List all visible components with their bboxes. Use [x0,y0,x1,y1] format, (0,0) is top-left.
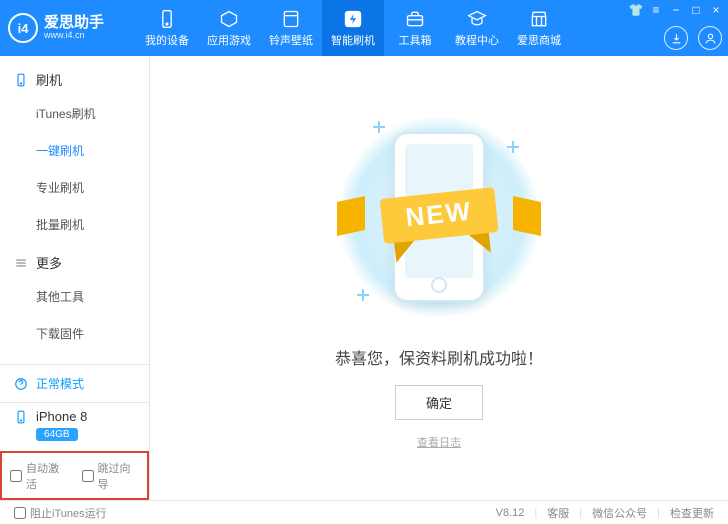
wardrobe-icon[interactable]: 👕 [628,2,644,18]
block-itunes-checkbox[interactable]: 阻止iTunes运行 [14,505,107,521]
success-illustration: NEW [329,107,549,327]
logo-icon: i4 [8,13,38,43]
top-nav: 我的设备 应用游戏 铃声壁纸 智能刷机 工具箱 教程中心 爱思商城 [136,0,570,56]
flash-options: 自动激活 跳过向导 [0,451,149,500]
sidebar-group-label: 刷机 [36,70,62,89]
toolbox-icon [405,9,425,29]
status-label: 正常模式 [36,375,84,392]
sparkle-icon [373,121,385,133]
nav-label: 应用游戏 [207,32,251,48]
auto-activate-checkbox[interactable]: 自动激活 [10,460,68,492]
wechat-link[interactable]: 微信公众号 [592,505,647,521]
main-content: NEW 恭喜您，保资料刷机成功啦！ 确定 查看日志 [150,56,728,500]
sidebar-group-label: 更多 [36,253,62,272]
nav-tutorial[interactable]: 教程中心 [446,0,508,56]
brand-url: www.i4.cn [44,31,104,41]
sidebar-item[interactable]: 一键刷机 [0,132,149,169]
nav-wallpaper[interactable]: 铃声壁纸 [260,0,322,56]
view-log-link[interactable]: 查看日志 [417,434,461,450]
skip-guide-checkbox[interactable]: 跳过向导 [82,460,140,492]
menu-icon[interactable]: ≡ [648,2,664,18]
version-label: V8.12 [496,507,525,519]
sidebar-item[interactable]: iTunes刷机 [0,95,149,132]
device-name: iPhone 8 [36,409,87,424]
nav-store[interactable]: 爱思商城 [508,0,570,56]
tutorial-icon [467,9,487,29]
phone-icon [14,73,28,87]
wallpaper-icon [281,9,301,29]
sidebar-item[interactable]: 其他工具 [0,278,149,315]
sidebar-group-flash[interactable]: 刷机 [0,60,149,95]
sidebar: 刷机 iTunes刷机一键刷机专业刷机批量刷机 更多 其他工具下载固件高级功能 … [0,56,150,500]
apps-icon [219,9,239,29]
flash-icon [343,9,363,29]
device-icon [157,9,177,29]
download-icon[interactable] [664,26,688,50]
sidebar-item[interactable]: 专业刷机 [0,169,149,206]
update-link[interactable]: 检查更新 [670,505,714,521]
sidebar-item[interactable]: 批量刷机 [0,206,149,243]
nav-label: 教程中心 [455,32,499,48]
nav-apps[interactable]: 应用游戏 [198,0,260,56]
more-icon [14,256,28,270]
status-icon [14,377,28,391]
sidebar-item[interactable]: 高级功能 [0,352,149,364]
sidebar-group-more[interactable]: 更多 [0,243,149,278]
flash-mode-status[interactable]: 正常模式 [0,365,149,402]
window-controls: 👕 ≡ − □ × [628,2,724,18]
nav-label: 我的设备 [145,32,189,48]
nav-label: 铃声壁纸 [269,32,313,48]
sparkle-icon [507,141,519,153]
nav-toolbox[interactable]: 工具箱 [384,0,446,56]
close-icon[interactable]: × [708,2,724,18]
sidebar-item[interactable]: 下载固件 [0,315,149,352]
maximize-icon[interactable]: □ [688,2,704,18]
device-icon [14,410,28,424]
nav-flash[interactable]: 智能刷机 [322,0,384,56]
ok-button[interactable]: 确定 [395,385,483,420]
brand-name: 爱思助手 [44,15,104,32]
nav-label: 智能刷机 [331,32,375,48]
success-message: 恭喜您，保资料刷机成功啦！ [335,345,543,369]
sparkle-icon [357,289,369,301]
logo: i4 爱思助手 www.i4.cn [8,13,136,43]
device-block[interactable]: iPhone 8 64GB [0,402,149,451]
user-icon[interactable] [698,26,722,50]
support-link[interactable]: 客服 [547,505,569,521]
status-bar: 阻止iTunes运行 V8.12 | 客服 | 微信公众号 | 检查更新 [0,500,728,524]
store-icon [529,9,549,29]
nav-label: 爱思商城 [517,32,561,48]
app-header: i4 爱思助手 www.i4.cn 我的设备 应用游戏 铃声壁纸 智能刷机 工具箱 教程中… [0,0,728,56]
storage-badge: 64GB [36,428,78,441]
nav-label: 工具箱 [399,32,432,48]
nav-device[interactable]: 我的设备 [136,0,198,56]
minimize-icon[interactable]: − [668,2,684,18]
